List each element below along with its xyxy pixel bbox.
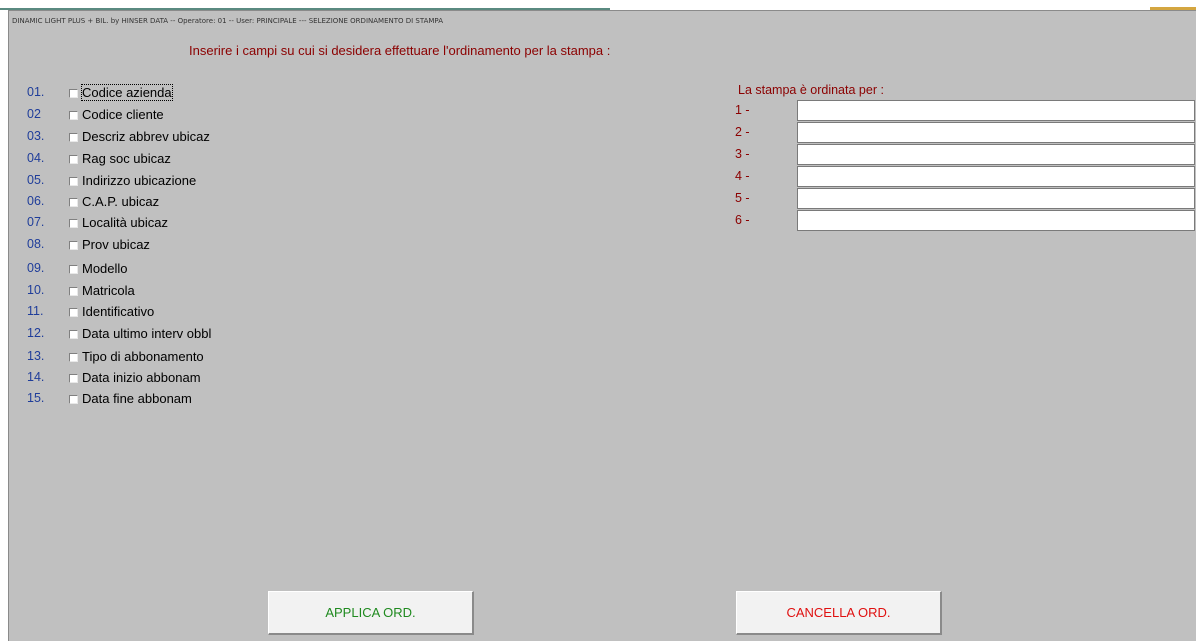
field-row-localita-ubicaz[interactable]: 07. Località ubicaz	[9, 212, 409, 234]
order-field-1-input[interactable]	[797, 100, 1195, 121]
field-row-codice-azienda[interactable]: 01. Codice azienda	[9, 82, 409, 104]
order-row-5: 5 -	[735, 188, 1195, 210]
field-number: 11.	[27, 304, 44, 318]
order-position-label: 2 -	[735, 125, 750, 139]
field-number: 15.	[27, 391, 45, 405]
order-field-5-input[interactable]	[797, 188, 1195, 209]
field-row-identificativo[interactable]: 11. Identificativo	[9, 301, 409, 323]
order-row-4: 4 -	[735, 166, 1195, 188]
field-number: 06.	[27, 194, 45, 208]
field-checkbox[interactable]	[69, 89, 78, 98]
field-row-codice-cliente[interactable]: 02 Codice cliente	[9, 104, 409, 126]
window-title: DINAMIC LIGHT PLUS + BIL. by HINSER DATA…	[12, 17, 443, 25]
field-label[interactable]: Data fine abbonam	[82, 391, 192, 406]
order-field-4-input[interactable]	[797, 166, 1195, 187]
field-number: 08.	[27, 237, 45, 251]
field-label[interactable]: Matricola	[82, 283, 135, 298]
field-label[interactable]: Data ultimo interv obbl	[82, 326, 211, 341]
field-checkbox[interactable]	[69, 308, 78, 317]
order-position-label: 5 -	[735, 191, 750, 205]
field-checkbox[interactable]	[69, 374, 78, 383]
field-checkbox[interactable]	[69, 265, 78, 274]
field-number: 14.	[27, 370, 45, 384]
field-row-matricola[interactable]: 10. Matricola	[9, 280, 409, 302]
field-label[interactable]: Rag soc ubicaz	[82, 151, 171, 166]
field-label[interactable]: Descriz abbrev ubicaz	[82, 129, 210, 144]
field-checkbox[interactable]	[69, 395, 78, 404]
field-row-modello[interactable]: 09. Modello	[9, 258, 409, 280]
field-row-tipo-di-abbonamento[interactable]: 13. Tipo di abbonamento	[9, 346, 409, 368]
field-checkbox[interactable]	[69, 111, 78, 120]
field-number: 05.	[27, 173, 45, 187]
order-field-2-input[interactable]	[797, 122, 1195, 143]
field-label[interactable]: Identificativo	[82, 304, 154, 319]
instructions-text: Inserire i campi su cui si desidera effe…	[189, 43, 611, 58]
field-number: 09.	[27, 261, 45, 275]
field-label[interactable]: C.A.P. ubicaz	[82, 194, 159, 209]
order-title: La stampa è ordinata per :	[738, 83, 884, 97]
order-position-label: 4 -	[735, 169, 750, 183]
field-number: 02	[27, 107, 41, 121]
order-position-label: 6 -	[735, 213, 750, 227]
field-row-data-ultimo-interv-obbl[interactable]: 12. Data ultimo interv obbl	[9, 323, 409, 345]
field-label[interactable]: Codice cliente	[82, 107, 164, 122]
field-row-data-fine-abbonam[interactable]: 15. Data fine abbonam	[9, 388, 409, 410]
field-label[interactable]: Prov ubicaz	[82, 237, 150, 252]
order-position-label: 3 -	[735, 147, 750, 161]
field-checkbox[interactable]	[69, 287, 78, 296]
field-checkbox[interactable]	[69, 155, 78, 164]
field-row-descriz-abbrev-ubicaz[interactable]: 03. Descriz abbrev ubicaz	[9, 126, 409, 148]
field-number: 01.	[27, 85, 45, 99]
field-checkbox[interactable]	[69, 198, 78, 207]
cancel-order-button[interactable]: CANCELLA ORD.	[736, 591, 942, 635]
field-checkbox[interactable]	[69, 353, 78, 362]
field-number: 04.	[27, 151, 45, 165]
desktop-top-strip	[0, 0, 1196, 10]
field-row-prov-ubicaz[interactable]: 08. Prov ubicaz	[9, 234, 409, 256]
field-label[interactable]: Modello	[82, 261, 128, 276]
order-row-3: 3 -	[735, 144, 1195, 166]
field-number: 12.	[27, 326, 45, 340]
field-row-indirizzo-ubicazione[interactable]: 05. Indirizzo ubicazione	[9, 170, 409, 192]
field-label[interactable]: Codice azienda	[81, 84, 173, 101]
field-label[interactable]: Tipo di abbonamento	[82, 349, 204, 364]
order-row-1: 1 -	[735, 100, 1195, 122]
field-checkbox[interactable]	[69, 330, 78, 339]
order-field-3-input[interactable]	[797, 144, 1195, 165]
order-field-6-input[interactable]	[797, 210, 1195, 231]
apply-order-button[interactable]: APPLICA ORD.	[268, 591, 474, 635]
order-row-6: 6 -	[735, 210, 1195, 232]
field-checkbox[interactable]	[69, 177, 78, 186]
field-checkbox[interactable]	[69, 219, 78, 228]
field-row-data-inizio-abbonam[interactable]: 14. Data inizio abbonam	[9, 367, 409, 389]
field-row-rag-soc-ubicaz[interactable]: 04. Rag soc ubicaz	[9, 148, 409, 170]
field-label[interactable]: Località ubicaz	[82, 215, 168, 230]
main-window: DINAMIC LIGHT PLUS + BIL. by HINSER DATA…	[8, 10, 1196, 641]
field-number: 10.	[27, 283, 45, 297]
field-row-cap-ubicaz[interactable]: 06. C.A.P. ubicaz	[9, 191, 409, 213]
field-checkbox[interactable]	[69, 241, 78, 250]
field-label[interactable]: Indirizzo ubicazione	[82, 173, 196, 188]
field-number: 13.	[27, 349, 45, 363]
field-number: 03.	[27, 129, 45, 143]
order-row-2: 2 -	[735, 122, 1195, 144]
field-checkbox[interactable]	[69, 133, 78, 142]
order-position-label: 1 -	[735, 103, 750, 117]
field-number: 07.	[27, 215, 45, 229]
field-label[interactable]: Data inizio abbonam	[82, 370, 201, 385]
